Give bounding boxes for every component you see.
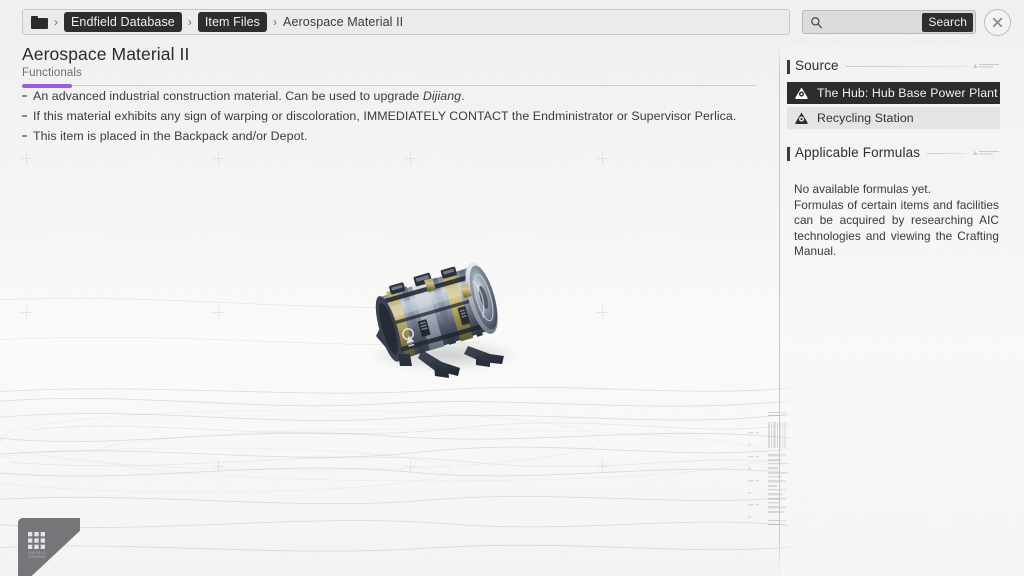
- formulas-empty-lead: No available formulas yet.: [794, 182, 999, 198]
- double-chevron-right-icon[interactable]: [1006, 87, 1019, 99]
- corner-caption: ENDFIELD TERMINAL: [23, 551, 51, 560]
- desc-text-pre: This item is placed in the Backpack and/…: [33, 129, 308, 143]
- item-detail-screen: › Endfield Database › Item Files › Aeros…: [0, 0, 1024, 576]
- breadcrumb-item-current: Aerospace Material II: [283, 15, 403, 29]
- decorative-stamp-icon: [970, 148, 1000, 157]
- aerospace-material-ii-model: [356, 244, 536, 394]
- search-icon: [810, 16, 823, 29]
- folder-icon: [31, 16, 48, 29]
- decorative-stamp-icon: [970, 61, 1000, 70]
- top-bar: › Endfield Database › Item Files › Aeros…: [0, 0, 1024, 44]
- formulas-section-title: Applicable Formulas: [795, 145, 920, 160]
- breadcrumb-separator: ›: [273, 16, 277, 28]
- facility-icon: [794, 111, 809, 126]
- desc-text-post: .: [461, 89, 465, 103]
- formulas-empty-body: Formulas of certain items and facilities…: [794, 198, 999, 259]
- grid-icon: [28, 532, 45, 549]
- sidebar-item-recycling-station[interactable]: Recycling Station: [787, 107, 1000, 129]
- list-item: An advanced industrial construction mate…: [22, 86, 739, 106]
- terminal-corner-button[interactable]: ENDFIELD TERMINAL: [18, 518, 80, 576]
- desc-text-emphasis: Dijiang: [423, 89, 461, 103]
- breadcrumb-item-item-files[interactable]: Item Files: [198, 12, 267, 32]
- source-list: The Hub: Hub Base Power Plant Recycling …: [787, 82, 1000, 129]
- item-description-list: An advanced industrial construction mate…: [22, 86, 739, 146]
- breadcrumb-item-endfield-database[interactable]: Endfield Database: [64, 12, 182, 32]
- source-section-title: Source: [795, 58, 839, 73]
- item-header: Aerospace Material II Functionals: [22, 44, 755, 86]
- breadcrumb[interactable]: › Endfield Database › Item Files › Aeros…: [22, 9, 790, 35]
- breadcrumb-separator: ›: [188, 16, 192, 28]
- facility-icon: [794, 86, 809, 101]
- source-section-header: Source: [787, 58, 1000, 73]
- sidebar-item-label: Recycling Station: [817, 111, 994, 125]
- item-category-label: Functionals: [22, 67, 755, 79]
- model-drop-shadow: [370, 340, 520, 370]
- side-panel: Source The Hub: Hub Base Power Plant: [780, 44, 1024, 576]
- section-rule: [927, 153, 966, 154]
- page-title: Aerospace Material II: [22, 44, 755, 65]
- search-bar[interactable]: Search: [802, 10, 976, 34]
- breadcrumb-separator: ›: [54, 16, 58, 28]
- desc-text-pre: If this material exhibits any sign of wa…: [33, 109, 736, 123]
- list-item: This item is placed in the Backpack and/…: [22, 126, 739, 146]
- sidebar-item-the-hub-base-power-plant[interactable]: The Hub: Hub Base Power Plant: [787, 82, 1000, 104]
- item-model-viewport[interactable]: [356, 244, 536, 394]
- desc-text-pre: An advanced industrial construction mate…: [33, 89, 423, 103]
- search-input[interactable]: [823, 15, 922, 29]
- close-icon: [990, 15, 1005, 30]
- list-item: If this material exhibits any sign of wa…: [22, 106, 739, 126]
- formulas-empty-note: No available formulas yet. Formulas of c…: [787, 182, 1000, 260]
- section-rule: [846, 66, 966, 67]
- formulas-section-header: Applicable Formulas: [787, 145, 1000, 160]
- search-button[interactable]: Search: [922, 13, 973, 32]
- main-content: Aerospace Material II Functionals An adv…: [0, 44, 779, 576]
- close-button[interactable]: [984, 9, 1011, 36]
- sidebar-item-label: The Hub: Hub Base Power Plant: [817, 86, 998, 100]
